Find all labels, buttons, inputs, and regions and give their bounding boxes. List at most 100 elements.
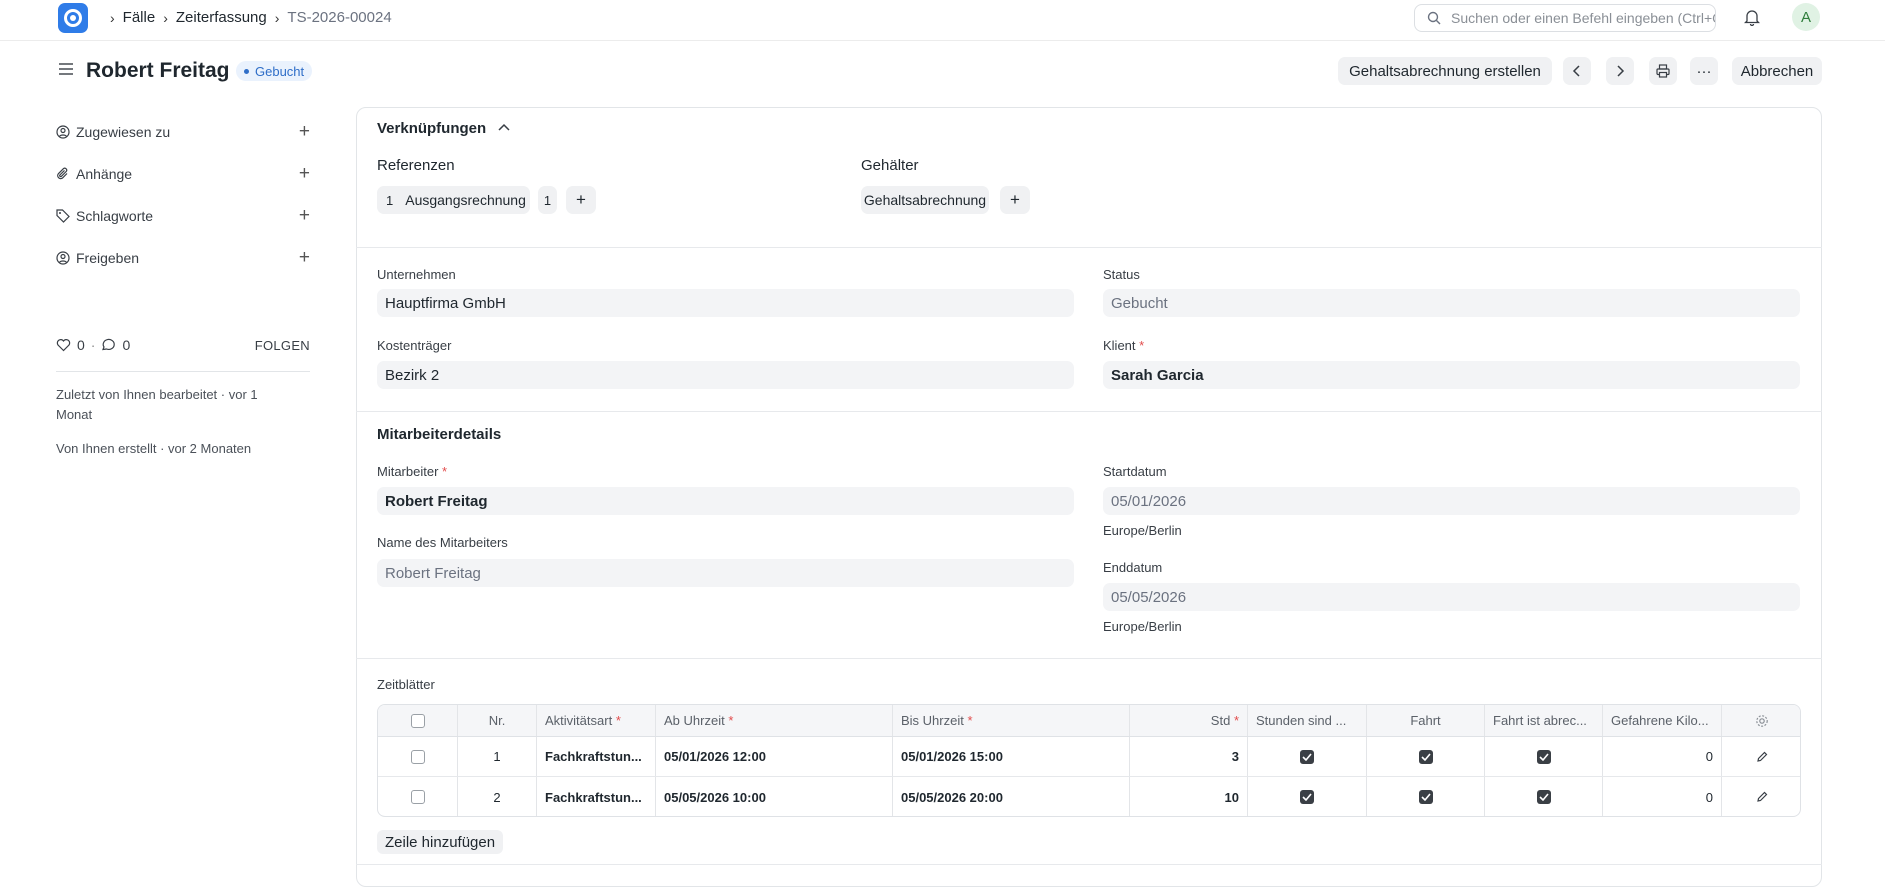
search-icon bbox=[1427, 11, 1441, 25]
likes-count: 0 bbox=[77, 337, 85, 353]
status-label: Status bbox=[1103, 267, 1140, 282]
row-travel-cell bbox=[1367, 737, 1485, 776]
col-activity: Aktivitätsart * bbox=[537, 705, 656, 736]
created-info: Von Ihnen erstellt · vor 2 Monaten bbox=[56, 441, 252, 456]
travel-checkbox[interactable] bbox=[1418, 749, 1433, 764]
sidebar-item-label: Anhänge bbox=[76, 166, 133, 182]
row-km[interactable]: 0 bbox=[1603, 777, 1722, 816]
add-salary-button[interactable]: + bbox=[1000, 186, 1030, 214]
cost-bearer-label: Kostenträger bbox=[377, 338, 452, 353]
row-hours[interactable]: 10 bbox=[1130, 777, 1248, 816]
row-to[interactable]: 05/01/2026 15:00 bbox=[893, 737, 1130, 776]
next-button[interactable] bbox=[1606, 57, 1634, 85]
avatar[interactable]: A bbox=[1792, 3, 1820, 31]
bell-icon[interactable] bbox=[1744, 8, 1760, 26]
billable-checkbox[interactable] bbox=[1300, 790, 1314, 804]
col-nr: Nr. bbox=[458, 705, 537, 736]
table-row[interactable]: 1 Fachkraftstun... 05/01/2026 12:00 05/0… bbox=[378, 737, 1800, 777]
col-hours: Std * bbox=[1130, 705, 1248, 736]
required-marker: * bbox=[442, 464, 448, 479]
table-row[interactable]: 2 Fachkraftstun... 05/05/2026 10:00 05/0… bbox=[378, 777, 1800, 816]
paperclip-icon bbox=[56, 167, 70, 181]
comments-count: 0 bbox=[122, 337, 131, 353]
row-hours[interactable]: 3 bbox=[1130, 737, 1248, 776]
links-section-heading[interactable]: Verknüpfungen bbox=[377, 120, 510, 137]
pencil-icon bbox=[1757, 751, 1768, 762]
travel-billable-checkbox[interactable] bbox=[1536, 790, 1551, 804]
search-input[interactable]: Suchen oder einen Befehl eingeben (Ctrl+… bbox=[1414, 4, 1716, 32]
section-divider bbox=[356, 864, 1822, 865]
link-sales-invoice[interactable]: 1 Ausgangsrechnung bbox=[377, 186, 530, 214]
breadcrumb-item-cases[interactable]: Fälle bbox=[123, 9, 156, 26]
breadcrumb: › Fälle › Zeiterfassung › TS-2026-00024 bbox=[102, 9, 392, 26]
sidebar-item-attachments[interactable]: Anhänge + bbox=[56, 164, 310, 184]
breadcrumb-item-timesheet[interactable]: Zeiterfassung bbox=[176, 9, 267, 26]
plus-icon[interactable]: + bbox=[299, 122, 310, 141]
check-icon bbox=[1420, 793, 1431, 801]
follow-button[interactable]: FOLGEN bbox=[255, 338, 310, 353]
sidebar-item-label: Zugewiesen zu bbox=[76, 124, 171, 140]
client-label: Klient * bbox=[1103, 338, 1144, 353]
employee-label: Mitarbeiter * bbox=[377, 464, 447, 479]
plus-icon[interactable]: + bbox=[299, 248, 310, 267]
column-settings-button[interactable] bbox=[1722, 705, 1800, 736]
row-activity[interactable]: Fachkraftstun... bbox=[537, 777, 656, 816]
travel-billable-checkbox[interactable] bbox=[1536, 749, 1551, 764]
print-button[interactable] bbox=[1649, 57, 1677, 85]
edit-row-button[interactable] bbox=[1722, 737, 1800, 776]
travel-checkbox[interactable] bbox=[1418, 790, 1433, 804]
timesheets-label: Zeitblätter bbox=[377, 677, 435, 692]
row-billable-cell bbox=[1248, 737, 1367, 776]
cost-bearer-field[interactable]: Bezirk 2 bbox=[377, 361, 1074, 389]
row-from[interactable]: 05/01/2026 12:00 bbox=[656, 737, 893, 776]
tag-icon bbox=[56, 209, 70, 223]
sidebar-item-share[interactable]: Freigeben + bbox=[56, 248, 310, 268]
row-nr: 1 bbox=[458, 737, 537, 776]
previous-button[interactable] bbox=[1563, 57, 1591, 85]
required-marker: * bbox=[967, 713, 973, 728]
cancel-button[interactable]: Abbrechen bbox=[1732, 57, 1822, 85]
employee-section-heading: Mitarbeiterdetails bbox=[377, 426, 502, 443]
required-marker: * bbox=[1233, 713, 1239, 728]
create-salary-slip-button[interactable]: Gehaltsabrechnung erstellen bbox=[1338, 57, 1552, 85]
row-nr: 2 bbox=[458, 777, 537, 816]
links-heading-label: Verknüpfungen bbox=[377, 120, 487, 137]
end-date-field: 05/05/2026 bbox=[1103, 583, 1800, 611]
more-actions-button[interactable]: ··· bbox=[1690, 57, 1718, 85]
edit-row-button[interactable] bbox=[1722, 777, 1800, 816]
client-field[interactable]: Sarah Garcia bbox=[1103, 361, 1800, 389]
check-icon bbox=[1302, 752, 1312, 761]
row-from[interactable]: 05/05/2026 10:00 bbox=[656, 777, 893, 816]
link-extra-count[interactable]: 1 bbox=[538, 186, 557, 214]
row-checkbox[interactable] bbox=[410, 790, 425, 804]
status-field: Gebucht bbox=[1103, 289, 1800, 317]
chevron-right-icon: › bbox=[163, 9, 168, 26]
sidebar-divider bbox=[56, 371, 310, 372]
row-checkbox[interactable] bbox=[410, 749, 425, 764]
client-label-text: Klient bbox=[1103, 338, 1136, 353]
billable-checkbox[interactable] bbox=[1300, 749, 1314, 764]
link-salary-slip[interactable]: Gehaltsabrechnung bbox=[861, 186, 989, 214]
comment-icon[interactable] bbox=[101, 338, 116, 352]
company-field[interactable]: Hauptfirma GmbH bbox=[377, 289, 1074, 317]
section-divider bbox=[356, 247, 1822, 248]
plus-icon[interactable]: + bbox=[299, 164, 310, 183]
select-all-checkbox[interactable] bbox=[410, 713, 425, 728]
table-header-row: Nr. Aktivitätsart * Ab Uhrzeit * Bis Uhr… bbox=[378, 705, 1800, 737]
row-activity[interactable]: Fachkraftstun... bbox=[537, 737, 656, 776]
section-divider bbox=[356, 658, 1822, 659]
add-reference-button[interactable]: + bbox=[566, 186, 596, 214]
heart-icon[interactable] bbox=[56, 338, 71, 352]
chevron-left-icon bbox=[1572, 65, 1580, 77]
timesheets-table: Nr. Aktivitätsart * Ab Uhrzeit * Bis Uhr… bbox=[377, 704, 1801, 817]
row-km[interactable]: 0 bbox=[1603, 737, 1722, 776]
check-icon bbox=[1302, 793, 1312, 801]
menu-icon[interactable] bbox=[58, 62, 74, 76]
sidebar-item-tags[interactable]: Schlagworte + bbox=[56, 206, 310, 226]
sidebar-item-assigned[interactable]: Zugewiesen zu + bbox=[56, 122, 310, 142]
app-logo[interactable] bbox=[58, 3, 88, 33]
employee-field[interactable]: Robert Freitag bbox=[377, 487, 1074, 515]
plus-icon[interactable]: + bbox=[299, 206, 310, 225]
add-row-button[interactable]: Zeile hinzufügen bbox=[377, 830, 504, 854]
row-to[interactable]: 05/05/2026 20:00 bbox=[893, 777, 1130, 816]
